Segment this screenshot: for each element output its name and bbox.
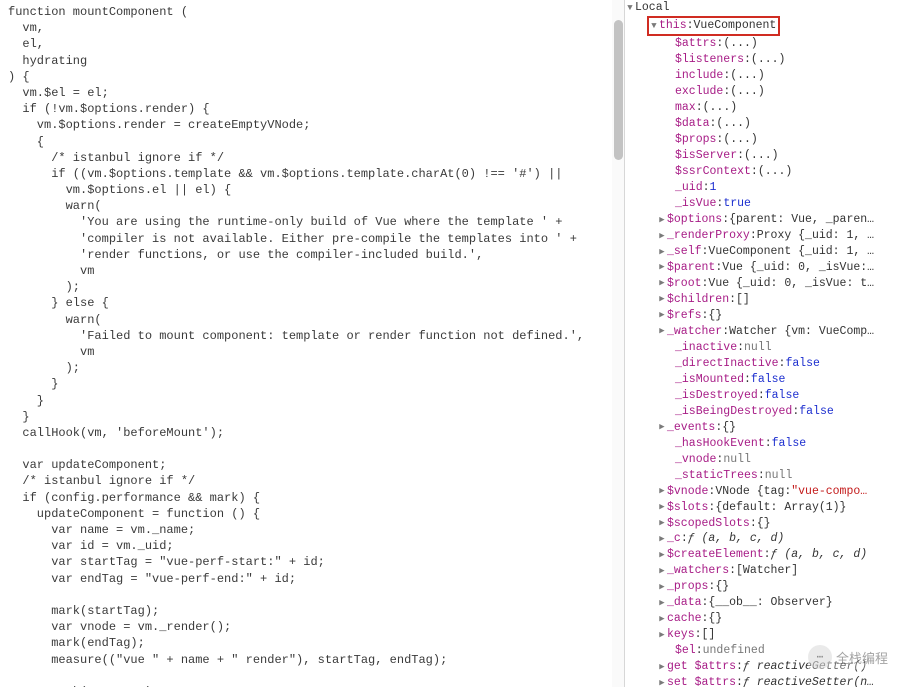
- expand-arrow-icon[interactable]: ▶: [657, 309, 667, 322]
- scope-row[interactable]: ▶_data: {__ob__: Observer}: [625, 595, 900, 611]
- expand-arrow-icon[interactable]: ▶: [657, 246, 667, 259]
- scope-row[interactable]: ▶$refs: {}: [625, 308, 900, 324]
- scope-row[interactable]: ▶_events: {}: [625, 420, 900, 436]
- scope-row[interactable]: $listeners: (...): [625, 52, 900, 68]
- scope-row[interactable]: $isServer: (...): [625, 148, 900, 164]
- scope-row[interactable]: ▶_watchers: [Watcher]: [625, 563, 900, 579]
- scope-row[interactable]: ▶$root: Vue {_uid: 0, _isVue: t…: [625, 276, 900, 292]
- scope-row[interactable]: ▼this: VueComponent: [625, 16, 900, 36]
- expand-arrow-icon[interactable]: ▶: [657, 613, 667, 626]
- scrollbar-track[interactable]: [612, 0, 624, 687]
- scope-row[interactable]: _staticTrees: null: [625, 468, 900, 484]
- scope-row[interactable]: ▶$scopedSlots: {}: [625, 516, 900, 532]
- scope-row[interactable]: ▶_renderProxy: Proxy {_uid: 1, …: [625, 228, 900, 244]
- this-highlight: ▼this: VueComponent: [647, 16, 780, 36]
- scope-row[interactable]: _hasHookEvent: false: [625, 436, 900, 452]
- scope-row[interactable]: ▶_self: VueComponent {_uid: 1, …: [625, 244, 900, 260]
- scope-row[interactable]: ▶$options: {parent: Vue, _paren…: [625, 212, 900, 228]
- scope-row[interactable]: _directInactive: false: [625, 356, 900, 372]
- expand-arrow-icon[interactable]: ▶: [657, 261, 667, 274]
- scope-row[interactable]: exclude: (...): [625, 84, 900, 100]
- scope-row[interactable]: $data: (...): [625, 116, 900, 132]
- watermark: ⋯ 全栈编程: [808, 645, 888, 669]
- expand-arrow-icon[interactable]: ▶: [657, 581, 667, 594]
- scope-row[interactable]: _inactive: null: [625, 340, 900, 356]
- scope-row[interactable]: ▶_props: {}: [625, 579, 900, 595]
- expand-arrow-icon[interactable]: ▶: [657, 421, 667, 434]
- expand-arrow-icon[interactable]: ▼: [625, 2, 635, 15]
- scope-row[interactable]: _uid: 1: [625, 180, 900, 196]
- scrollbar-thumb[interactable]: [614, 20, 623, 160]
- expand-arrow-icon[interactable]: ▶: [657, 517, 667, 530]
- scope-row[interactable]: _vnode: null: [625, 452, 900, 468]
- scope-row[interactable]: ▶keys: []: [625, 627, 900, 643]
- expand-arrow-icon[interactable]: ▶: [657, 501, 667, 514]
- expand-arrow-icon[interactable]: ▶: [657, 629, 667, 642]
- watermark-text: 全栈编程: [836, 648, 888, 667]
- scope-row[interactable]: $ssrContext: (...): [625, 164, 900, 180]
- scope-row[interactable]: ▶set $attrs: ƒ reactiveSetter(n…: [625, 675, 900, 687]
- scope-row[interactable]: ▶cache: {}: [625, 611, 900, 627]
- expand-arrow-icon[interactable]: ▶: [657, 597, 667, 610]
- scope-row[interactable]: $props: (...): [625, 132, 900, 148]
- expand-arrow-icon[interactable]: ▶: [657, 661, 667, 674]
- watermark-icon: ⋯: [808, 645, 832, 669]
- expand-arrow-icon[interactable]: ▶: [657, 293, 667, 306]
- scope-row[interactable]: _isMounted: false: [625, 372, 900, 388]
- scope-row[interactable]: ▶$createElement: ƒ (a, b, c, d): [625, 547, 900, 563]
- expand-arrow-icon[interactable]: ▶: [657, 485, 667, 498]
- source-code-panel[interactable]: function mountComponent ( vm, el, hydrat…: [0, 0, 624, 687]
- source-code: function mountComponent ( vm, el, hydrat…: [0, 0, 624, 687]
- scope-row[interactable]: _isVue: true: [625, 196, 900, 212]
- expand-arrow-icon[interactable]: ▶: [657, 230, 667, 243]
- scope-row[interactable]: ▶_watcher: Watcher {vm: VueComp…: [625, 324, 900, 340]
- expand-arrow-icon[interactable]: ▶: [657, 677, 667, 687]
- scope-row[interactable]: ▶$slots: {default: Array(1)}: [625, 500, 900, 516]
- scope-row[interactable]: $attrs: (...): [625, 36, 900, 52]
- scope-row[interactable]: _isBeingDestroyed: false: [625, 404, 900, 420]
- scope-row[interactable]: ▼Local: [625, 0, 900, 16]
- expand-arrow-icon[interactable]: ▶: [657, 549, 667, 562]
- scope-local-header: Local: [635, 0, 670, 16]
- expand-arrow-icon[interactable]: ▶: [657, 325, 667, 338]
- scope-row[interactable]: ▶$vnode: VNode {tag: "vue-compo…: [625, 484, 900, 500]
- expand-arrow-icon[interactable]: ▶: [657, 214, 667, 227]
- scope-row[interactable]: include: (...): [625, 68, 900, 84]
- scope-row[interactable]: ▶$parent: Vue {_uid: 0, _isVue:…: [625, 260, 900, 276]
- scope-variables-panel[interactable]: ▼Local▼this: VueComponent$attrs: (...)$l…: [624, 0, 900, 687]
- expand-arrow-icon[interactable]: ▶: [657, 277, 667, 290]
- scope-row[interactable]: max: (...): [625, 100, 900, 116]
- scope-row[interactable]: ▶_c: ƒ (a, b, c, d): [625, 531, 900, 547]
- scope-row[interactable]: _isDestroyed: false: [625, 388, 900, 404]
- scope-row[interactable]: ▶$children: []: [625, 292, 900, 308]
- expand-arrow-icon[interactable]: ▶: [657, 533, 667, 546]
- expand-arrow-icon[interactable]: ▶: [657, 565, 667, 578]
